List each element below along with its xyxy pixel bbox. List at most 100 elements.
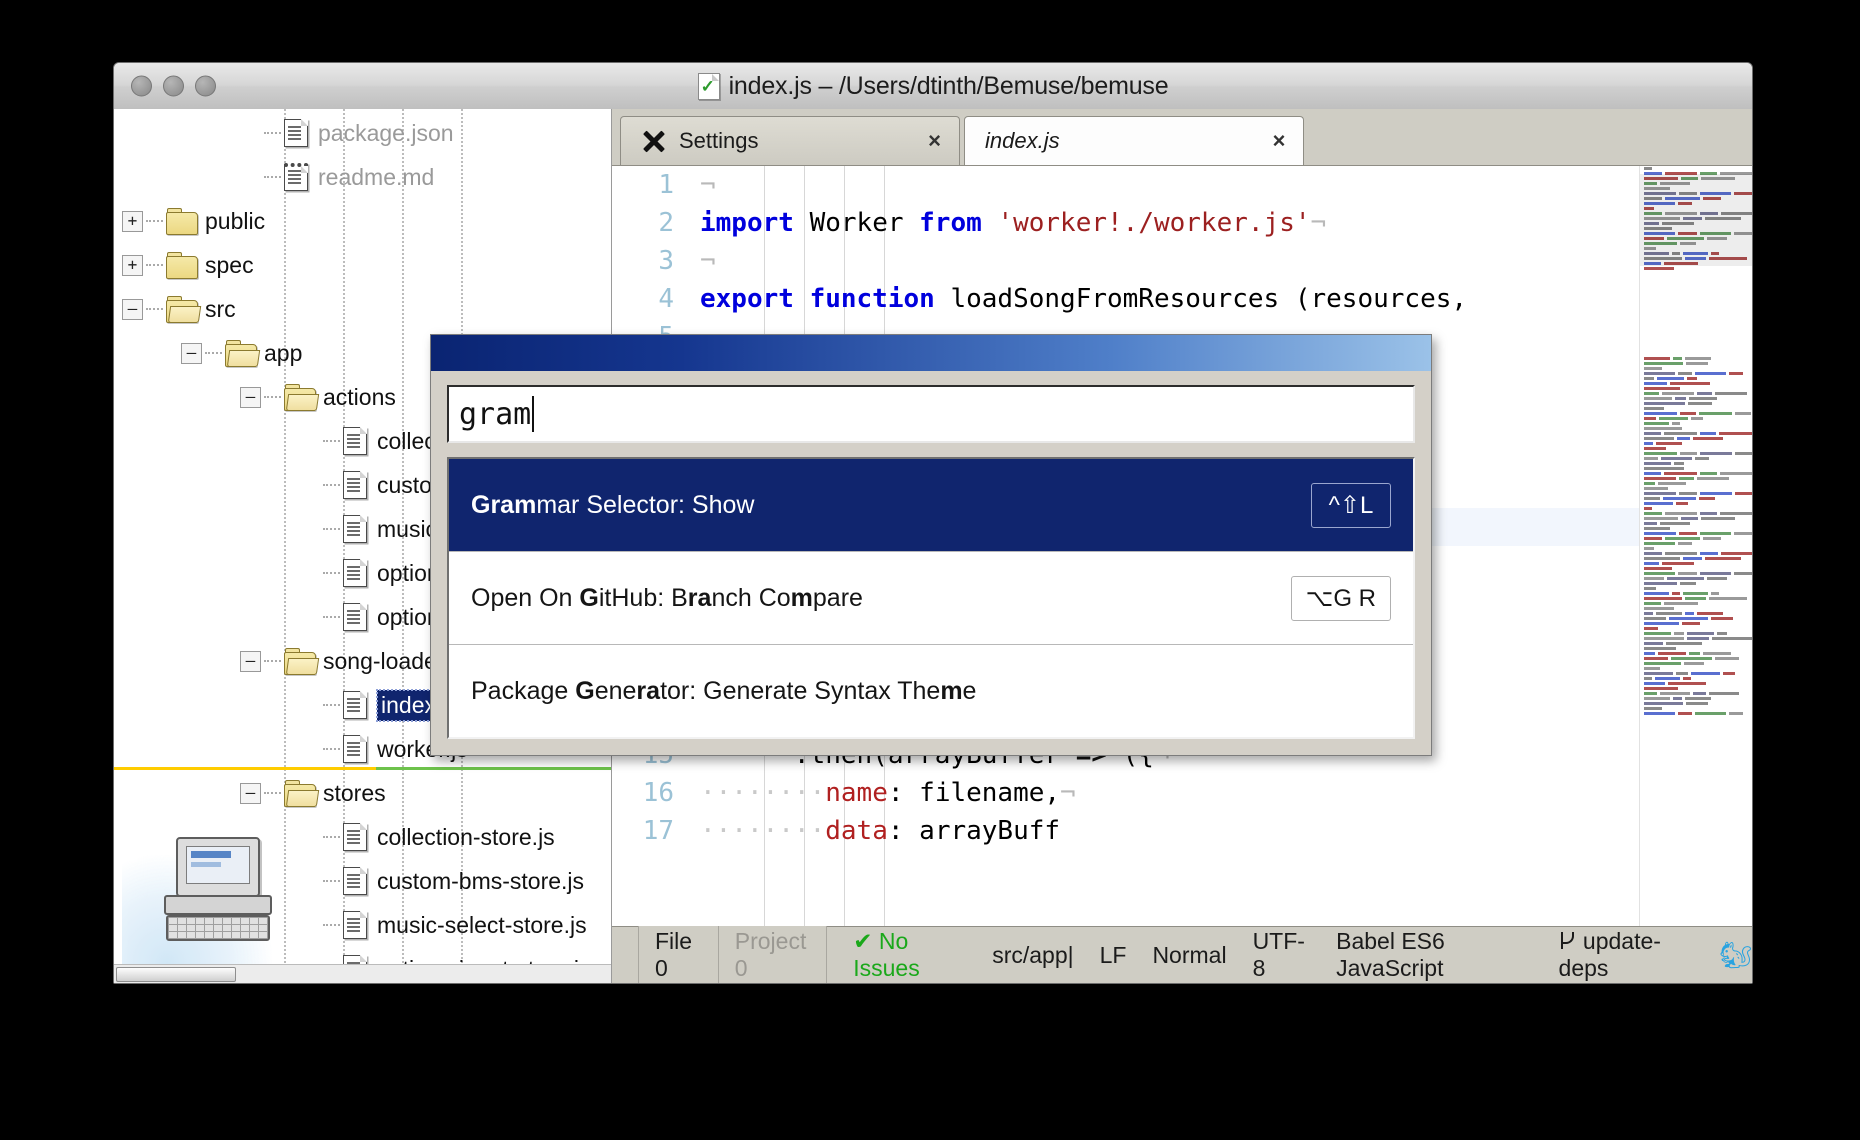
line-text: ········name: filename,¬	[700, 778, 1076, 808]
line-number: 16	[642, 778, 674, 808]
line-ending[interactable]: LF	[1100, 942, 1127, 969]
project-count: 0	[734, 955, 748, 981]
code-line[interactable]: 1 ¬	[612, 166, 1752, 204]
tree-item-readme-md[interactable]: readme.md	[114, 155, 611, 199]
tree-toggle[interactable]: +	[122, 210, 143, 232]
tree-item-label: song-loader	[323, 647, 445, 674]
minimap-line	[1640, 711, 1752, 716]
command-label: Grammar Selector: Show	[471, 490, 755, 519]
file-icon	[343, 559, 367, 587]
tree-item-src[interactable]: – src	[114, 287, 611, 331]
code-line[interactable]: 17 ········data: arrayBuff	[612, 812, 1752, 850]
tree-toggle[interactable]: –	[122, 298, 143, 320]
folder-open-icon	[166, 295, 202, 323]
project-label: Project	[734, 928, 807, 954]
file-icon	[343, 471, 367, 499]
file-icon	[343, 735, 367, 763]
tab-close-icon[interactable]: ×	[928, 128, 941, 154]
tree-toggle[interactable]: –	[240, 386, 261, 408]
tree-item-spec[interactable]: + spec	[114, 243, 611, 287]
tree-toggle[interactable]: +	[122, 254, 143, 276]
encoding[interactable]: UTF-8	[1253, 928, 1311, 982]
tree-guide	[264, 395, 281, 399]
command-keybinding: ^⇧L	[1311, 482, 1391, 528]
js-file-icon: ✓	[697, 72, 720, 100]
tree-toggle[interactable]: –	[240, 782, 261, 804]
tools-icon	[641, 129, 667, 153]
tree-guide	[323, 747, 340, 751]
issue-counters[interactable]: File 0 Project 0	[638, 920, 828, 983]
tree-guide	[205, 351, 222, 355]
minimap-viewport[interactable]	[1640, 174, 1752, 266]
file-issue-count[interactable]: File 0	[639, 921, 718, 983]
command-item[interactable]: Package Generator: Generate Syntax Theme	[449, 645, 1413, 737]
tree-toggle[interactable]: –	[181, 342, 202, 364]
tree-guide	[146, 219, 163, 223]
command-list[interactable]: Grammar Selector: Show ^⇧L Open On GitHub:…	[447, 457, 1415, 739]
minimize-button[interactable]	[163, 75, 184, 97]
window-title: index.js – /Users/dtinth/Bemuse/bemuse	[728, 71, 1169, 100]
code-line[interactable]: 4 export function loadSongFromResources (…	[612, 280, 1752, 318]
title-bar: ✓ index.js – /Users/dtinth/Bemuse/bemuse	[114, 63, 1752, 110]
squirrel-icon[interactable]: 🐿	[1719, 940, 1752, 971]
tree-guide	[146, 263, 163, 267]
grammar[interactable]: Babel ES6 JavaScript	[1336, 928, 1532, 982]
file-icon	[343, 603, 367, 631]
command-palette-input[interactable]: gram	[447, 385, 1415, 443]
editor-tab-bar[interactable]: Settings × index.js ×	[612, 109, 1752, 166]
tree-item-package-json[interactable]: package.json	[114, 111, 611, 155]
tree-item-public[interactable]: + public	[114, 199, 611, 243]
file-icon	[343, 427, 367, 455]
code-line[interactable]: 3 ¬	[612, 242, 1752, 280]
tree-toggle[interactable]: –	[240, 650, 261, 672]
line-text: export function loadSongFromResources (r…	[700, 284, 1468, 314]
line-number: 4	[658, 284, 674, 314]
tree-item-label: src	[205, 295, 236, 322]
folder-closed-icon	[166, 207, 198, 235]
project-issue-count[interactable]: Project 0	[717, 921, 827, 983]
no-issues-status[interactable]: ✔ No Issues	[853, 928, 966, 982]
command-item[interactable]: Open On GitHub: Branch Compare ⌥G R	[449, 552, 1413, 645]
text-caret	[532, 396, 535, 432]
retro-computer-watermark	[122, 805, 312, 975]
line-number: 1	[658, 170, 674, 200]
tree-horizontal-scrollbar[interactable]	[114, 964, 611, 983]
check-icon: ✔	[853, 928, 873, 954]
command-label: Package Generator: Generate Syntax Theme	[471, 676, 977, 705]
code-minimap[interactable]	[1639, 166, 1752, 926]
scrollbar-thumb[interactable]	[116, 967, 236, 982]
line-text: import Worker from 'worker!./worker.js'¬	[700, 208, 1327, 238]
git-branch[interactable]: update-deps	[1559, 928, 1693, 982]
editor-mode[interactable]: Normal	[1152, 942, 1226, 969]
editor-tab-index-js[interactable]: index.js ×	[964, 116, 1304, 165]
file-path[interactable]: src/app|	[992, 942, 1073, 969]
tree-guide	[323, 571, 340, 575]
file-icon	[343, 911, 367, 939]
code-line[interactable]: 16 ········name: filename,¬	[612, 774, 1752, 812]
code-line[interactable]: 2 import Worker from 'worker!./worker.js'…	[612, 204, 1752, 242]
window-title-group: ✓ index.js – /Users/dtinth/Bemuse/bemuse	[114, 72, 1752, 101]
status-bar[interactable]: File 0 Project 0 ✔ No Issues src/app| LF	[612, 920, 1752, 983]
screen: ✓ index.js – /Users/dtinth/Bemuse/bemuse…	[0, 0, 1860, 1140]
tree-color-divider	[114, 767, 611, 770]
line-number: 17	[642, 816, 674, 846]
command-keybinding: ⌥G R	[1290, 575, 1391, 621]
zoom-button[interactable]	[195, 75, 216, 97]
folder-closed-icon	[166, 251, 198, 279]
tree-guide	[323, 439, 340, 443]
traffic-lights[interactable]	[131, 75, 216, 97]
tree-item-label: app	[264, 339, 303, 366]
editor-tab-settings[interactable]: Settings ×	[620, 116, 960, 165]
tab-label: index.js	[985, 128, 1060, 153]
command-palette[interactable]: gram Grammar Selector: Show ^⇧L Open On Gi…	[430, 334, 1432, 756]
command-item[interactable]: Grammar Selector: Show ^⇧L	[449, 459, 1413, 552]
close-button[interactable]	[131, 75, 152, 97]
git-branch-icon	[1559, 929, 1577, 953]
tab-close-icon[interactable]: ×	[1272, 128, 1285, 154]
line-number: 3	[658, 246, 674, 276]
palette-inner: gram Grammar Selector: Show ^⇧L Open On Gi…	[431, 371, 1431, 755]
tree-guide	[264, 791, 281, 795]
